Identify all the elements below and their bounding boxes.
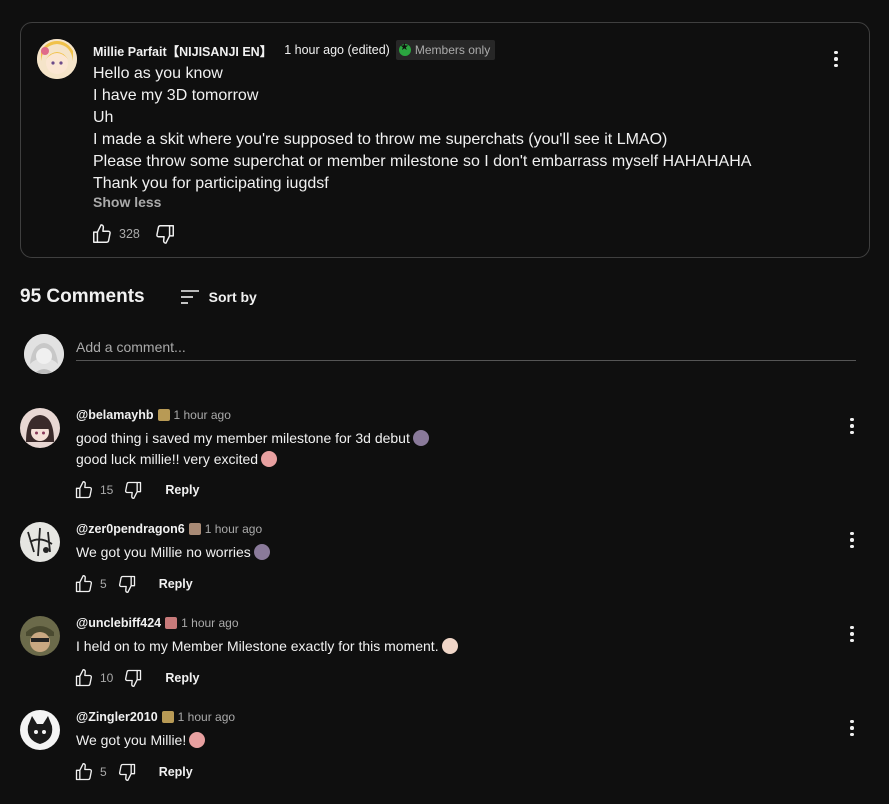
comment-like-count: 10 — [100, 671, 114, 685]
comment-header: @belamayhb 1 hour ago — [76, 408, 231, 422]
reply-button[interactable]: Reply — [159, 577, 193, 591]
thumbs-up-icon[interactable] — [74, 480, 94, 500]
post-line: Uh — [93, 109, 114, 126]
comment-item: @Zingler2010 1 hour ago We got you Milli… — [0, 710, 889, 804]
comment-text: We got you Millie! — [76, 730, 206, 751]
thumbs-up-icon[interactable] — [74, 762, 94, 782]
comment-text: good thing i saved my member milestone f… — [76, 428, 429, 470]
post-author-name[interactable]: Millie Parfait【NIJISANJI EN】 — [93, 41, 272, 60]
comment-author-handle[interactable]: @belamayhb — [76, 408, 154, 422]
comment-like-count: 15 — [100, 483, 114, 497]
post-author-avatar[interactable] — [37, 39, 77, 79]
commenter-avatar[interactable] — [20, 616, 60, 656]
comment-like-count: 5 — [100, 765, 107, 779]
emoji-icon — [441, 638, 458, 654]
reply-button[interactable]: Reply — [159, 765, 193, 779]
member-badge-icon — [188, 523, 201, 535]
emoji-icon — [189, 732, 206, 748]
emoji-icon — [412, 430, 429, 446]
sort-by-button[interactable]: Sort by — [179, 288, 257, 306]
show-less-button[interactable]: Show less — [93, 194, 161, 210]
comment-author-handle[interactable]: @unclebiff424 — [76, 616, 161, 630]
post-like-count: 328 — [119, 227, 140, 241]
comment-line: good luck millie!! very excited — [76, 451, 259, 467]
thumbs-down-icon[interactable] — [117, 574, 137, 594]
comment-item: @zer0pendragon6 1 hour ago We got you Mi… — [0, 522, 889, 616]
members-only-badge: Members only — [395, 40, 496, 60]
emoji-icon — [253, 544, 270, 560]
comment-header: @Zingler2010 1 hour ago — [76, 710, 235, 724]
comment-actions: 15 Reply — [74, 480, 199, 500]
sort-by-label: Sort by — [208, 289, 257, 305]
post-card: Millie Parfait【NIJISANJI EN】 1 hour ago … — [20, 22, 870, 258]
commenter-avatar[interactable] — [20, 408, 60, 448]
post-timestamp[interactable]: 1 hour ago (edited) — [284, 43, 390, 57]
post-line: Please throw some superchat or member mi… — [93, 153, 752, 170]
comment-header: @unclebiff424 1 hour ago — [76, 616, 239, 630]
thumbs-down-icon[interactable] — [123, 480, 143, 500]
comment-item: @belamayhb 1 hour ago good thing i saved… — [0, 408, 889, 502]
comment-header: @zer0pendragon6 1 hour ago — [76, 522, 262, 536]
comment-actions: 5 Reply — [74, 574, 193, 594]
add-comment-input[interactable] — [76, 334, 856, 361]
comment-actions: 10 Reply — [74, 668, 199, 688]
current-user-avatar — [24, 334, 64, 374]
thumbs-down-icon[interactable] — [123, 668, 143, 688]
post-actions: 328 — [91, 223, 176, 245]
thumbs-up-icon[interactable] — [91, 223, 113, 245]
comment-timestamp[interactable]: 1 hour ago — [178, 710, 235, 724]
comment-line: I held on to my Member Milestone exactly… — [76, 638, 439, 654]
post-header: Millie Parfait【NIJISANJI EN】 1 hour ago … — [93, 40, 496, 60]
comment-author-handle[interactable]: @Zingler2010 — [76, 710, 158, 724]
thumbs-up-icon[interactable] — [74, 574, 94, 594]
post-line: I made a skit where you're supposed to t… — [93, 131, 668, 148]
member-badge-icon — [161, 711, 174, 723]
comment-line: good thing i saved my member milestone f… — [76, 430, 410, 446]
member-badge-icon — [157, 409, 170, 421]
comment-actions: 5 Reply — [74, 762, 193, 782]
thumbs-down-icon[interactable] — [154, 223, 176, 245]
emoji-icon — [261, 451, 278, 467]
comment-timestamp[interactable]: 1 hour ago — [205, 522, 262, 536]
comment-text: We got you Millie no worries — [76, 542, 270, 563]
comment-more-vert-icon[interactable] — [842, 530, 862, 550]
comment-text: I held on to my Member Milestone exactly… — [76, 636, 458, 657]
member-badge-icon — [165, 617, 178, 629]
comment-item: @unclebiff424 1 hour ago I held on to my… — [0, 616, 889, 710]
commenter-avatar[interactable] — [20, 522, 60, 562]
comment-timestamp[interactable]: 1 hour ago — [181, 616, 238, 630]
post-line: I have my 3D tomorrow — [93, 87, 259, 104]
post-body: Hello as you know I have my 3D tomorrow … — [93, 63, 751, 195]
sort-icon — [180, 290, 199, 304]
members-only-label: Members only — [414, 43, 491, 57]
post-line: Hello as you know — [93, 65, 223, 82]
comment-more-vert-icon[interactable] — [842, 416, 862, 436]
thumbs-down-icon[interactable] — [117, 762, 137, 782]
reply-button[interactable]: Reply — [165, 483, 199, 497]
comment-more-vert-icon[interactable] — [842, 718, 862, 738]
comment-timestamp[interactable]: 1 hour ago — [174, 408, 231, 422]
member-badge-icon — [398, 42, 411, 56]
comments-header: 95 Comments Sort by — [20, 286, 257, 308]
commenter-avatar[interactable] — [20, 710, 60, 750]
comment-like-count: 5 — [100, 577, 107, 591]
comment-line: We got you Millie no worries — [76, 544, 251, 560]
comments-count: 95 Comments — [20, 286, 145, 307]
post-line: Thank you for participating iugdsf — [93, 175, 329, 192]
comment-more-vert-icon[interactable] — [842, 624, 862, 644]
comment-author-handle[interactable]: @zer0pendragon6 — [76, 522, 185, 536]
thumbs-up-icon[interactable] — [74, 668, 94, 688]
comment-line: We got you Millie! — [76, 732, 187, 748]
post-more-vert-icon[interactable] — [826, 49, 846, 69]
reply-button[interactable]: Reply — [165, 671, 199, 685]
